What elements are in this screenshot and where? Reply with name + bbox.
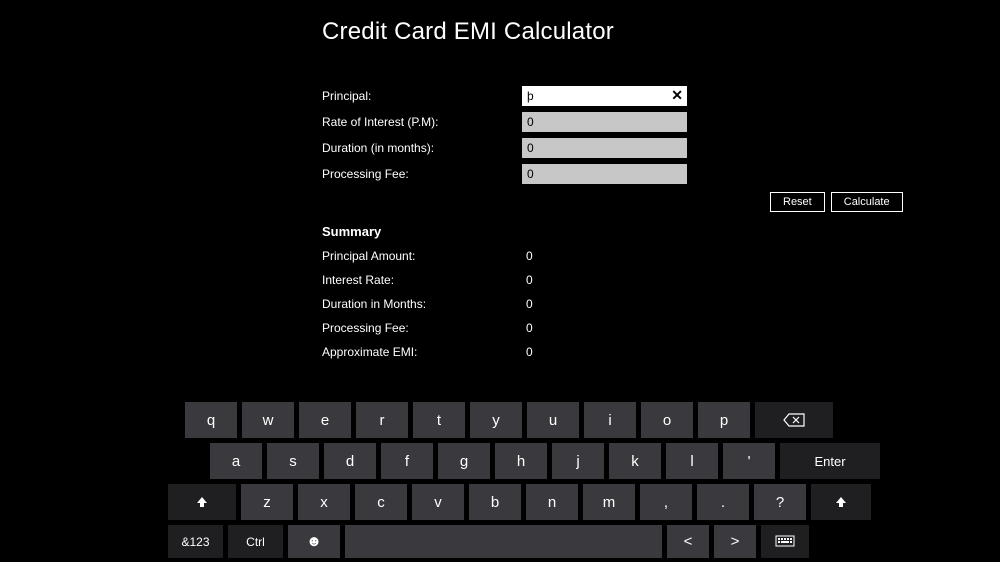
summary-rate-row: Interest Rate: 0	[322, 273, 1000, 287]
clear-icon[interactable]: ✕	[671, 87, 683, 104]
key-left-arrow[interactable]: <	[667, 525, 709, 558]
key-b[interactable]: b	[469, 484, 521, 520]
summary-rate-value: 0	[526, 273, 533, 287]
key-r[interactable]: r	[356, 402, 408, 438]
summary-fee-label: Processing Fee:	[322, 321, 526, 335]
backspace-icon	[783, 413, 805, 427]
summary-fee-value: 0	[526, 321, 533, 335]
summary: Summary Principal Amount: 0 Interest Rat…	[0, 212, 1000, 359]
shift-icon	[834, 495, 848, 509]
key-emoji[interactable]: ☻	[288, 525, 340, 558]
fee-label: Processing Fee:	[322, 167, 522, 181]
principal-input[interactable]	[522, 86, 687, 106]
key-u[interactable]: u	[527, 402, 579, 438]
key-i[interactable]: i	[584, 402, 636, 438]
rate-input[interactable]	[522, 112, 687, 132]
form: Principal: ✕ Rate of Interest (P.M): Dur…	[0, 46, 1000, 212]
key-e[interactable]: e	[299, 402, 351, 438]
key-w[interactable]: w	[242, 402, 294, 438]
key-question[interactable]: ?	[754, 484, 806, 520]
key-p[interactable]: p	[698, 402, 750, 438]
key-shift-left[interactable]	[168, 484, 236, 520]
summary-fee-row: Processing Fee: 0	[322, 321, 1000, 335]
key-v[interactable]: v	[412, 484, 464, 520]
key-h[interactable]: h	[495, 443, 547, 479]
emoji-icon: ☻	[306, 533, 322, 550]
key-apostrophe[interactable]: '	[723, 443, 775, 479]
key-g[interactable]: g	[438, 443, 490, 479]
key-y[interactable]: y	[470, 402, 522, 438]
key-d[interactable]: d	[324, 443, 376, 479]
duration-row: Duration (in months):	[322, 138, 1000, 158]
key-z[interactable]: z	[241, 484, 293, 520]
key-ctrl[interactable]: Ctrl	[228, 525, 283, 558]
summary-duration-value: 0	[526, 297, 533, 311]
duration-label: Duration (in months):	[322, 141, 522, 155]
summary-heading: Summary	[322, 224, 1000, 239]
key-comma[interactable]: ,	[640, 484, 692, 520]
page-title: Credit Card EMI Calculator	[322, 18, 1000, 46]
key-l[interactable]: l	[666, 443, 718, 479]
key-period[interactable]: .	[697, 484, 749, 520]
summary-principal-value: 0	[526, 249, 533, 263]
key-c[interactable]: c	[355, 484, 407, 520]
key-s[interactable]: s	[267, 443, 319, 479]
summary-emi-label: Approximate EMI:	[322, 345, 526, 359]
key-q[interactable]: q	[185, 402, 237, 438]
key-x[interactable]: x	[298, 484, 350, 520]
key-m[interactable]: m	[583, 484, 635, 520]
keyboard-icon	[775, 535, 795, 549]
key-n[interactable]: n	[526, 484, 578, 520]
rate-label: Rate of Interest (P.M):	[322, 115, 522, 129]
duration-input[interactable]	[522, 138, 687, 158]
calculate-button[interactable]: Calculate	[831, 192, 903, 212]
on-screen-keyboard: q w e r t y u i o p a s d f g h j k l ' …	[0, 400, 1000, 562]
summary-emi-value: 0	[526, 345, 533, 359]
key-space[interactable]	[345, 525, 662, 558]
key-o[interactable]: o	[641, 402, 693, 438]
rate-row: Rate of Interest (P.M):	[322, 112, 1000, 132]
key-shift-right[interactable]	[811, 484, 871, 520]
key-t[interactable]: t	[413, 402, 465, 438]
reset-button[interactable]: Reset	[770, 192, 825, 212]
principal-row: Principal: ✕	[322, 86, 1000, 106]
key-k[interactable]: k	[609, 443, 661, 479]
summary-duration-label: Duration in Months:	[322, 297, 526, 311]
summary-emi-row: Approximate EMI: 0	[322, 345, 1000, 359]
key-a[interactable]: a	[210, 443, 262, 479]
shift-icon	[195, 495, 209, 509]
key-hide-keyboard[interactable]	[761, 525, 809, 558]
summary-duration-row: Duration in Months: 0	[322, 297, 1000, 311]
chevron-left-icon: <	[684, 533, 693, 550]
key-enter[interactable]: Enter	[780, 443, 880, 479]
key-j[interactable]: j	[552, 443, 604, 479]
fee-input[interactable]	[522, 164, 687, 184]
summary-principal-row: Principal Amount: 0	[322, 249, 1000, 263]
principal-label: Principal:	[322, 89, 522, 103]
chevron-right-icon: >	[731, 533, 740, 550]
key-backspace[interactable]	[755, 402, 833, 438]
fee-row: Processing Fee:	[322, 164, 1000, 184]
summary-rate-label: Interest Rate:	[322, 273, 526, 287]
summary-principal-label: Principal Amount:	[322, 249, 526, 263]
key-symbols[interactable]: &123	[168, 525, 223, 558]
key-f[interactable]: f	[381, 443, 433, 479]
key-right-arrow[interactable]: >	[714, 525, 756, 558]
